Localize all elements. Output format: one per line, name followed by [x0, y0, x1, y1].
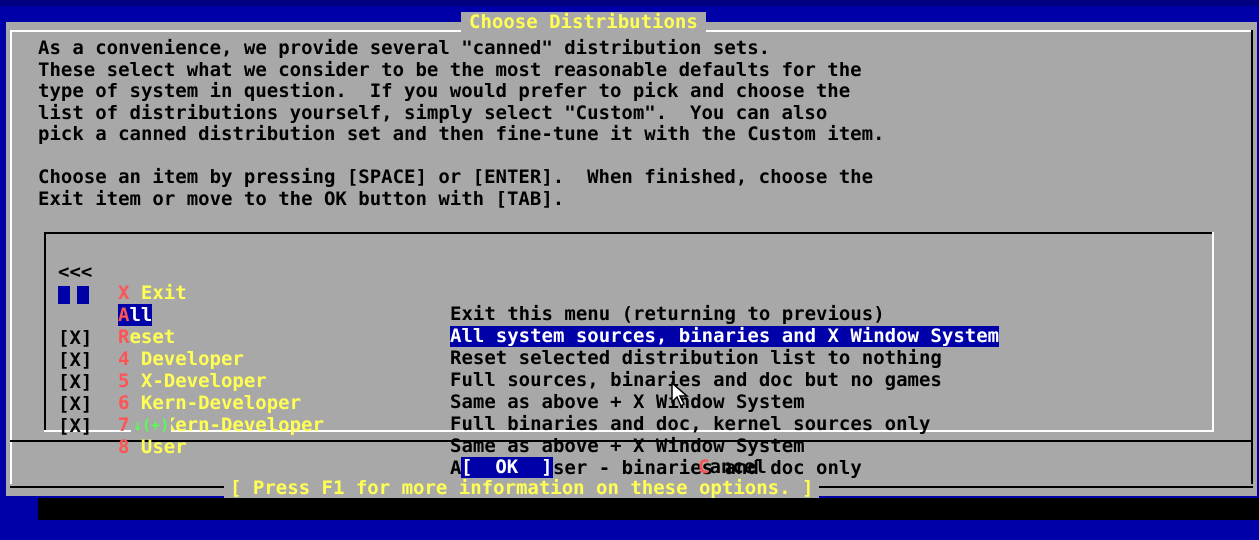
- intro-text: As a convenience, we provide several "ca…: [38, 37, 885, 210]
- menu-item-label: X-Developer: [129, 370, 267, 392]
- menu-item-description: Exit this menu (returning to previous): [450, 303, 885, 325]
- menu-item-description: Same as above + X Window System: [450, 435, 805, 457]
- menu-item-description: Reset selected distribution list to noth…: [450, 347, 942, 369]
- menu-item-hotkey: 7: [118, 414, 130, 436]
- menu-item-label: Kern-Developer: [129, 392, 302, 414]
- menu-item-hotkey: A: [118, 304, 130, 326]
- menu-item-hotkey: 4: [118, 348, 130, 370]
- screen-top-bar: [0, 0, 1259, 6]
- menu-item-user[interactable]: [X] 8 User Average user - binaries and d…: [58, 395, 862, 479]
- dialog-shadow: [38, 498, 1259, 520]
- menu-item-developer[interactable]: [X] 4 Developer Full sources, binaries a…: [58, 307, 942, 391]
- menu-item-description: Full binaries and doc, kernel sources on…: [450, 413, 931, 435]
- dialog-title: Choose Distributions: [461, 12, 706, 32]
- menu-item-hotkey: 5: [118, 370, 130, 392]
- choose-distributions-dialog: Choose Distributions As a convenience, w…: [6, 12, 1257, 499]
- menu-item-hotkey: 8: [118, 436, 130, 458]
- help-hint: [ Press F1 for more information on these…: [224, 478, 820, 499]
- dialog-frame-left: [10, 30, 12, 484]
- menu-item-x-developer[interactable]: [X] 5 X-Developer Same as above + X Wind…: [58, 329, 805, 413]
- mouse-pointer-icon: [671, 382, 690, 408]
- menu-item-all[interactable]: All All system sources, binaries and X W…: [58, 263, 1000, 347]
- menu-item-label: ll: [129, 304, 153, 326]
- dialog-frame-right: [1251, 30, 1253, 484]
- menu-item-label: Developer: [129, 348, 244, 370]
- menu-item-reset[interactable]: Reset Reset selected distribution list t…: [58, 285, 942, 369]
- cancel-label: ancel: [709, 456, 767, 478]
- menu-item-description: Full sources, binaries and doc but no ga…: [450, 369, 942, 391]
- menu-item-hotkey: R: [118, 326, 130, 348]
- menu-item-x-kern-developer[interactable]: [X] 7 X-Kern-Developer Same as above + X…: [58, 373, 805, 457]
- menu-item-label: User: [129, 436, 187, 458]
- menu-item-hotkey: 6: [118, 392, 130, 414]
- menu-item-description: All system sources, binaries and X Windo…: [450, 325, 1000, 347]
- menu-item-hotkey: X: [118, 282, 130, 304]
- menu-item-description: Same as above + X Window System: [450, 391, 805, 413]
- scroll-more-indicator[interactable]: ↓(+): [131, 416, 172, 434]
- cancel-button[interactable]: Cancel: [698, 457, 767, 478]
- menu-item-label: Exit: [129, 282, 187, 304]
- menu-item-checkbox[interactable]: [X]: [58, 416, 108, 437]
- ok-button[interactable]: [ OK ]: [461, 457, 553, 478]
- cancel-hotkey: C: [698, 456, 710, 478]
- menu-item-exit[interactable]: <<< X Exit Exit this menu (returning to …: [58, 241, 885, 325]
- menu-item-label: eset: [129, 326, 176, 348]
- menu-item-kern-developer[interactable]: [X] 6 Kern-Developer Full binaries and d…: [58, 351, 930, 435]
